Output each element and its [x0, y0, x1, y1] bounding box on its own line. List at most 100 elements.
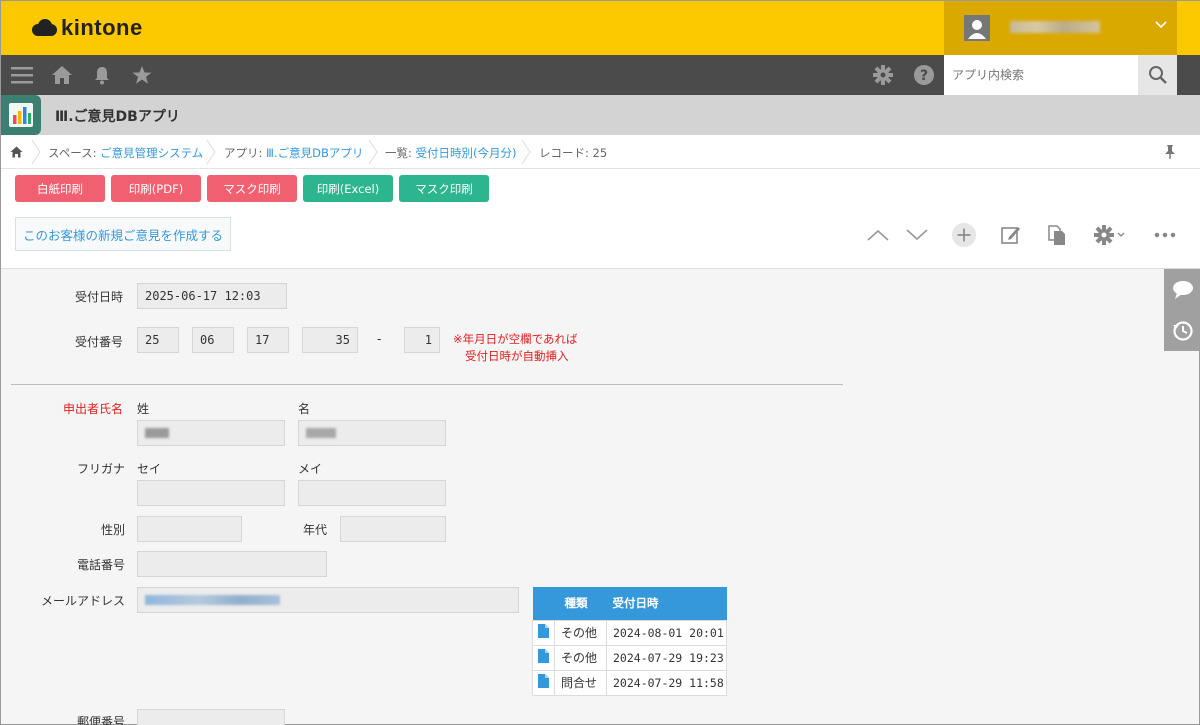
- bar-chart-icon: [9, 103, 33, 127]
- related-type-cell: その他: [554, 644, 607, 671]
- edit-icon[interactable]: [998, 222, 1024, 248]
- document-icon[interactable]: [538, 674, 549, 688]
- comment-tab[interactable]: [1164, 269, 1200, 310]
- history-tab[interactable]: [1164, 310, 1200, 351]
- user-name: [1010, 21, 1100, 33]
- record-link-cell[interactable]: [532, 669, 555, 696]
- table-row[interactable]: その他 2024-07-29 19:23: [532, 644, 727, 671]
- add-record-icon[interactable]: [951, 222, 977, 248]
- redacted-text: [306, 428, 336, 438]
- app-title: Ⅲ.ご意見DBアプリ: [55, 109, 180, 125]
- related-records-table: 種類 受付日時 その他 2024-08-01 20:01 その他 2024-07…: [532, 587, 727, 696]
- related-date-cell: 2024-07-29 11:58: [606, 669, 727, 696]
- first-kana-label: メイ: [298, 462, 323, 476]
- gear-icon[interactable]: [871, 63, 895, 87]
- redacted-text: [145, 595, 280, 605]
- related-date-cell: 2024-08-01 20:01: [606, 619, 727, 646]
- print-excel-button[interactable]: 印刷(Excel): [303, 175, 393, 202]
- home-icon[interactable]: [10, 146, 23, 158]
- cloud-logo-icon: [32, 19, 57, 36]
- chevron-up-icon[interactable]: [865, 222, 891, 248]
- mask-print-excel-button[interactable]: マスク印刷: [399, 175, 489, 202]
- chevron-down-icon[interactable]: [1154, 18, 1168, 32]
- postal-code-label: 郵便番号: [77, 715, 126, 725]
- breadcrumb-app-link[interactable]: Ⅲ.ご意見DBアプリ: [266, 146, 363, 160]
- receipt-month-field: 06: [192, 327, 234, 353]
- age-field: [340, 516, 446, 542]
- receipt-count-field: 35: [302, 327, 358, 353]
- user-menu[interactable]: [944, 1, 1177, 55]
- breadcrumb-record: レコード: 25: [539, 146, 608, 160]
- related-type-cell: その他: [554, 619, 607, 646]
- gender-label: 性別: [101, 523, 126, 537]
- email-field: [137, 587, 519, 613]
- related-type-cell: 問合せ: [554, 669, 607, 696]
- last-kana-label: セイ: [137, 462, 162, 476]
- breadcrumb-view[interactable]: 一覧: 受付日時別(今月分): [385, 145, 517, 161]
- document-icon[interactable]: [538, 649, 549, 663]
- breadcrumb-space-prefix: スペース:: [48, 146, 101, 160]
- postal-code-field: [137, 709, 285, 725]
- first-name-label: 名: [298, 402, 311, 416]
- app-icon[interactable]: [1, 95, 41, 135]
- mask-print-button[interactable]: マスク印刷: [207, 175, 297, 202]
- breadcrumb-space-link[interactable]: ご意見管理システム: [100, 146, 203, 160]
- redacted-text: [145, 428, 169, 438]
- record-link-cell[interactable]: [532, 644, 555, 671]
- blank-print-button[interactable]: 白紙印刷: [15, 175, 105, 202]
- record-settings-gear-icon[interactable]: [1089, 222, 1129, 248]
- email-label: メールアドレス: [41, 594, 126, 608]
- comment-icon: [1172, 280, 1193, 299]
- pin-icon[interactable]: [1164, 144, 1176, 160]
- related-date-cell: 2024-07-29 19:23: [606, 644, 727, 671]
- received-at-field: 2025-06-17 12:03: [137, 283, 287, 309]
- receipt-dash: -: [377, 332, 382, 346]
- breadcrumb-space[interactable]: スペース: ご意見管理システム: [48, 145, 203, 161]
- chevron-down-icon[interactable]: [904, 222, 930, 248]
- table-header-type: 種類: [554, 587, 607, 620]
- logo-text: kintone: [61, 15, 143, 40]
- first-name-field: [298, 420, 446, 446]
- duplicate-icon[interactable]: [1044, 222, 1070, 248]
- app-title-bar: Ⅲ.ご意見DBアプリ: [1, 95, 1200, 135]
- applicant-name-label: 申出者氏名: [63, 402, 124, 416]
- record-toolbar: 白紙印刷 印刷(PDF) マスク印刷 印刷(Excel) マスク印刷 このお客様…: [1, 169, 1200, 269]
- bell-icon[interactable]: [90, 63, 114, 87]
- search-button[interactable]: [1138, 55, 1177, 95]
- breadcrumb-view-link[interactable]: 受付日時別(今月分): [416, 146, 517, 160]
- table-header-icon-col: [532, 587, 555, 620]
- phone-label: 電話番号: [77, 558, 126, 572]
- table-row[interactable]: 問合せ 2024-07-29 11:58: [532, 669, 727, 696]
- receipt-seq-field: 1: [404, 327, 440, 353]
- breadcrumb-view-prefix: 一覧:: [385, 146, 416, 160]
- record-form: 受付日時 2025-06-17 12:03 受付番号 25 06 17 35 -…: [1, 270, 1164, 725]
- breadcrumb-app[interactable]: アプリ: Ⅲ.ご意見DBアプリ: [224, 145, 363, 161]
- breadcrumb: スペース: ご意見管理システム アプリ: Ⅲ.ご意見DBアプリ 一覧: 受付日時…: [1, 135, 1200, 169]
- app-search-input[interactable]: [944, 55, 1138, 95]
- receipt-note-line1: ※年月日が空欄であれば: [453, 332, 578, 346]
- table-row[interactable]: その他 2024-08-01 20:01: [532, 619, 727, 646]
- receipt-number-label: 受付番号: [75, 335, 124, 349]
- hamburger-icon[interactable]: [10, 63, 34, 87]
- user-avatar-icon: [964, 15, 990, 41]
- home-icon[interactable]: [50, 63, 74, 87]
- section-divider: [11, 384, 843, 385]
- receipt-day-field: 17: [247, 327, 289, 353]
- create-new-feedback-button[interactable]: このお客様の新規ご意見を作成する: [15, 217, 231, 251]
- phone-field: [137, 551, 327, 577]
- receipt-note-line2: 受付日時が自動挿入: [465, 349, 569, 363]
- print-pdf-button[interactable]: 印刷(PDF): [111, 175, 201, 202]
- table-header-date: 受付日時: [606, 587, 727, 620]
- gender-field: [137, 516, 242, 542]
- breadcrumb-separator: [206, 139, 216, 165]
- breadcrumb-separator: [368, 139, 378, 165]
- more-options-icon[interactable]: [1152, 222, 1178, 248]
- receipt-year-field: 25: [137, 327, 179, 353]
- star-icon[interactable]: [130, 63, 154, 87]
- kintone-logo[interactable]: kintone: [31, 15, 143, 41]
- breadcrumb-separator: [31, 139, 41, 165]
- global-nav: ?: [1, 55, 1200, 95]
- help-icon[interactable]: ?: [912, 63, 936, 87]
- record-link-cell[interactable]: [532, 619, 555, 646]
- document-icon[interactable]: [538, 624, 549, 638]
